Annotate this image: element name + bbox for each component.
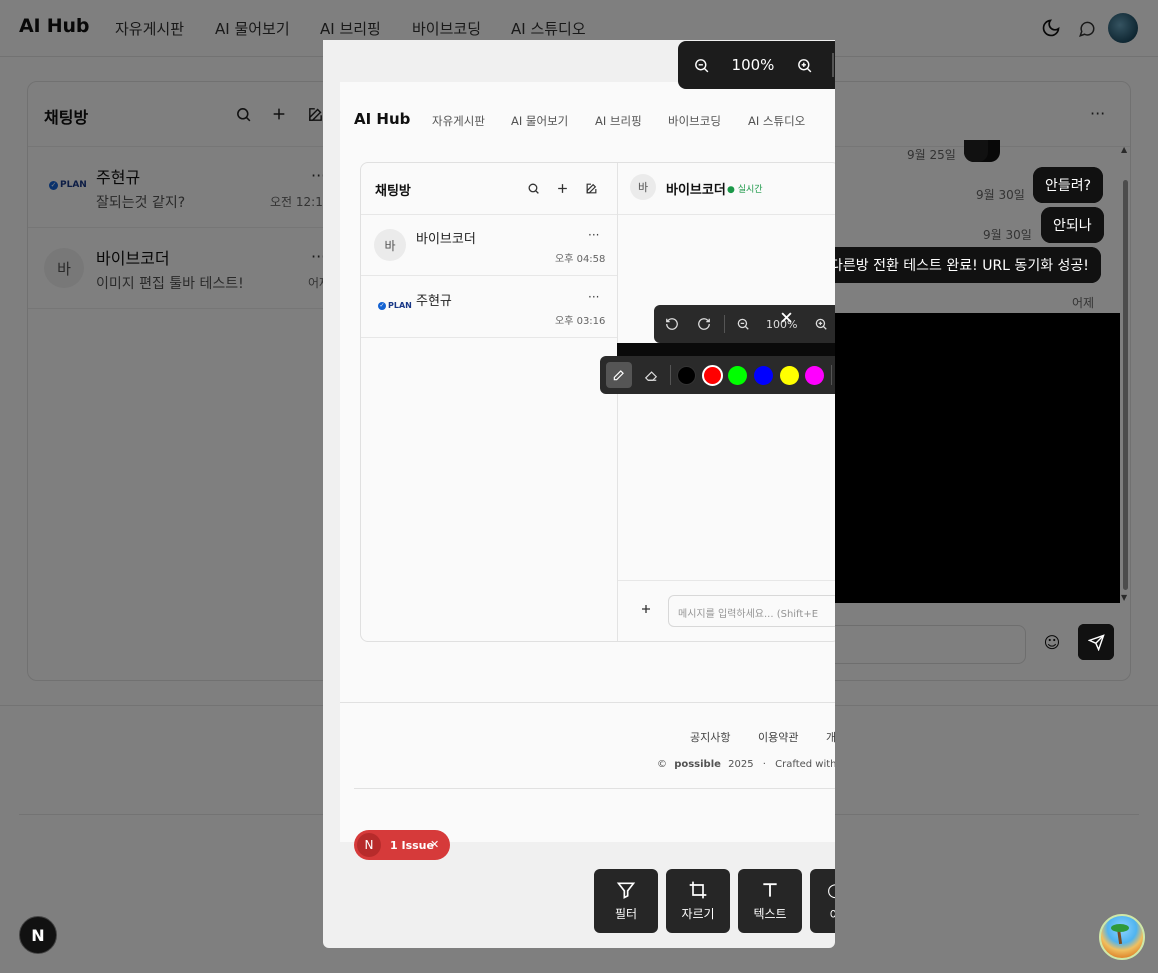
rotate-right-icon[interactable] [697,317,711,331]
close-icon[interactable]: ✕ [430,838,439,851]
message-bubble-top [964,140,988,162]
emoji-button-clip: ○ 이 [810,869,835,933]
modal-tint [323,40,835,948]
text-button[interactable]: 텍스트 [738,869,802,933]
filter-icon [616,882,636,899]
crop-icon [689,881,707,899]
color-swatch-black[interactable] [677,366,696,385]
rotate-left-icon[interactable] [665,317,679,331]
image-editor-modal: AI Hub 자유게시판 AI 물어보기 AI 브리핑 바이브코딩 AI 스튜디… [323,40,835,948]
text-icon [763,883,777,897]
eraser-icon[interactable] [644,368,658,382]
message-bubble: 안들려? [1033,167,1104,203]
pen-tool-button[interactable] [606,362,632,388]
crop-button[interactable]: 자르기 [666,869,730,933]
zoom-in-icon[interactable] [814,317,828,331]
pencil-icon [613,370,624,381]
filter-button[interactable]: 필터 [594,869,658,933]
message-text: 안들려? [1045,178,1092,194]
send-button-highlight[interactable] [1078,624,1114,660]
text-label: 텍스트 [753,907,787,921]
close-icon[interactable] [779,310,794,325]
preview-canvas-right [835,313,1120,603]
color-swatch-blue[interactable] [754,366,773,385]
emoji-label: 이 [829,907,835,922]
send-icon [1087,633,1105,651]
assistant-island-avatar[interactable] [1099,914,1145,960]
emoji-icon: ○ [827,880,835,901]
crop-label: 자르기 [681,907,715,921]
zoom-level: 100% [731,56,775,74]
message-text: 다른방 전환 테스트 완료! URL 동기화 성공! [830,258,1089,274]
color-swatch-green[interactable] [728,366,747,385]
color-swatch-red[interactable] [702,365,723,386]
message-bubble: 다른방 전환 테스트 완료! URL 동기화 성공! [812,247,1101,283]
message-bubble: 안되나 [1041,207,1104,243]
color-swatch-yellow[interactable] [780,366,799,385]
n-logo-small: N [357,833,381,857]
toolbar-separator [831,365,832,385]
issue-count: 1 Issue [390,839,434,852]
zoom-out-icon[interactable] [693,57,710,74]
next-dev-tools-button[interactable]: N [19,916,57,954]
zoom-in-icon[interactable] [796,57,813,74]
palm-leaves [1111,924,1129,932]
toolbar-separator [670,365,671,385]
color-swatch-magenta[interactable] [805,366,824,385]
emoji-button[interactable]: ○ 이 [810,869,835,933]
toolbar-separator [724,315,725,333]
zoom-out-icon[interactable] [736,317,750,331]
filter-label: 필터 [614,907,638,921]
message-text: 안되나 [1053,218,1092,234]
toolbar-separator [832,53,834,77]
